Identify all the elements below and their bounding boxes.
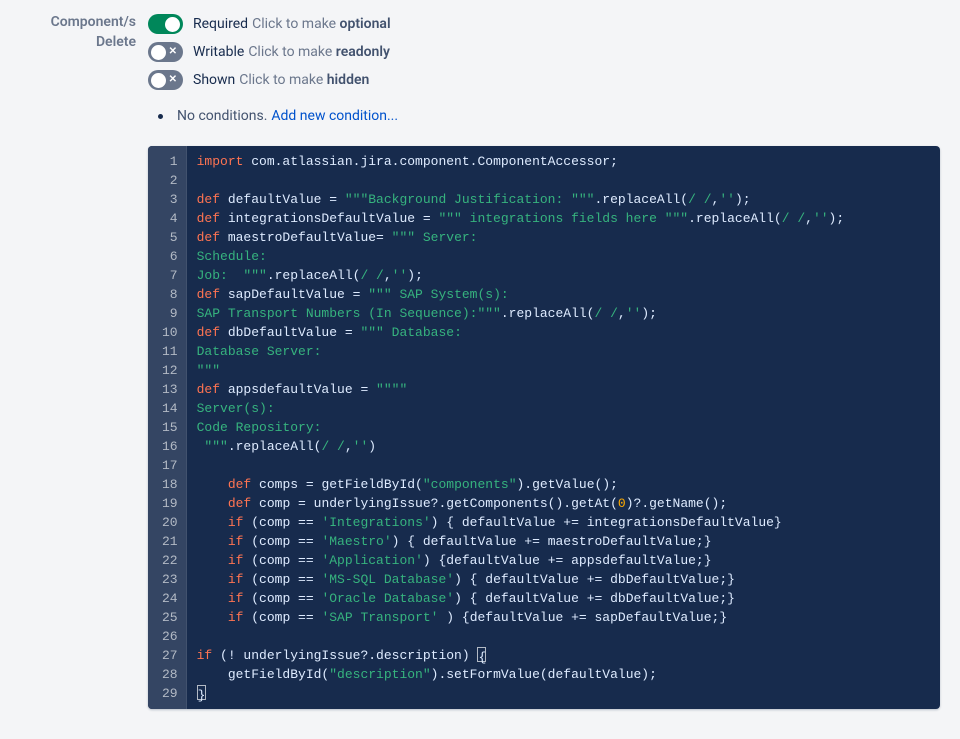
add-condition-link[interactable]: Add new condition... — [271, 108, 398, 124]
field-label-components: Component/s — [0, 12, 136, 32]
code-editor[interactable]: 1234567891011121314151617181920212223242… — [148, 146, 940, 709]
toggle-required-hint: Click to make optional — [252, 16, 391, 32]
toggle-shown-label: Shown — [193, 72, 235, 88]
bullet-icon — [158, 114, 163, 119]
conditions-text: No conditions. — [177, 108, 267, 124]
toggle-writable-label: Writable — [193, 44, 244, 60]
toggle-shown-hint: Click to make hidden — [239, 72, 369, 88]
code-gutter: 1234567891011121314151617181920212223242… — [148, 146, 187, 709]
toggle-writable-hint: Click to make readonly — [248, 44, 390, 60]
toggle-required[interactable] — [148, 14, 183, 34]
toggle-shown[interactable]: ✕ — [148, 70, 183, 90]
code-content[interactable]: import com.atlassian.jira.component.Comp… — [187, 146, 940, 709]
field-name-column: Component/s Delete — [0, 10, 148, 52]
field-label-delete[interactable]: Delete — [0, 32, 136, 52]
toggle-required-label: Required — [193, 16, 248, 32]
toggle-writable[interactable]: ✕ — [148, 42, 183, 62]
